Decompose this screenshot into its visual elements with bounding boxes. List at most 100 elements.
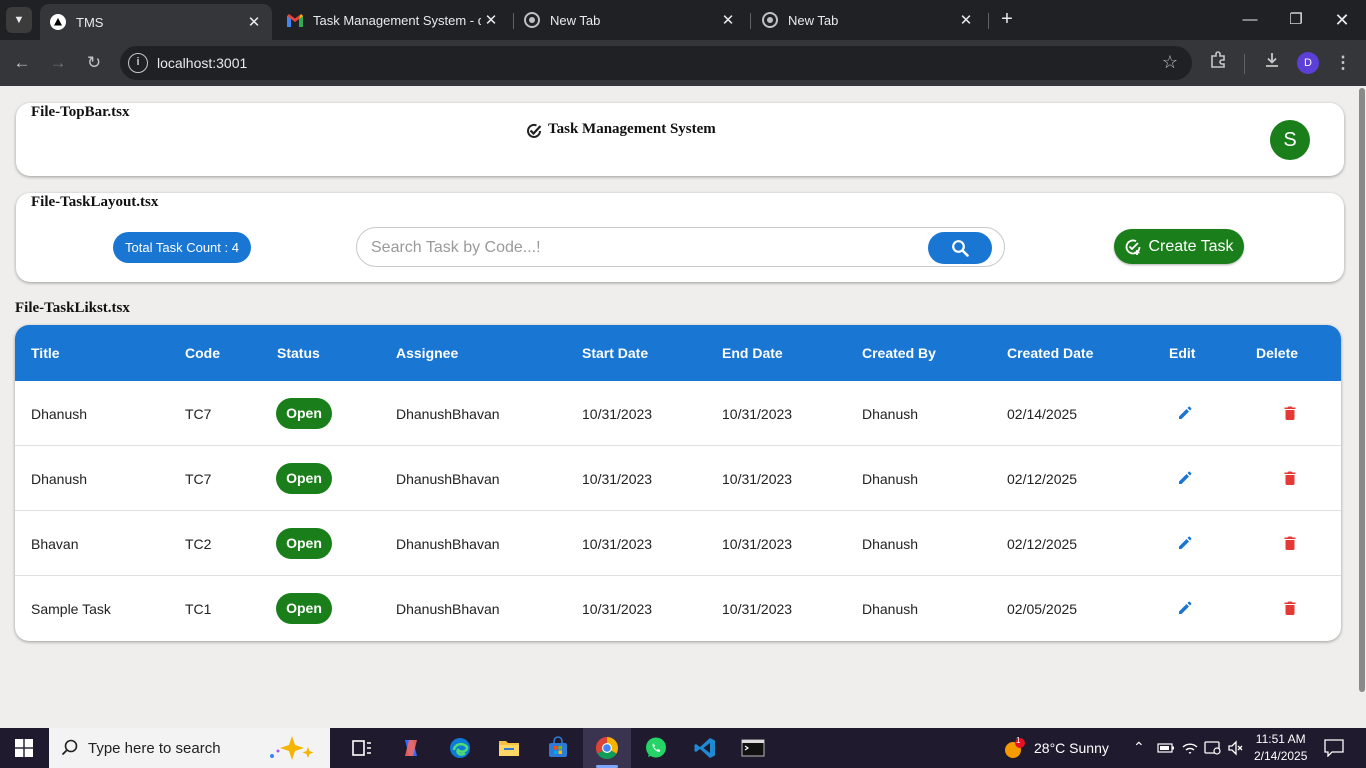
vscode-icon[interactable]: [693, 736, 717, 760]
page-viewport: File-TopBar.tsx Task Management System S…: [0, 86, 1366, 728]
user-avatar[interactable]: S: [1270, 120, 1310, 160]
taskbar-search[interactable]: Type here to search: [49, 728, 330, 768]
app-title: Task Management System: [548, 121, 716, 137]
add-task-icon: [1126, 239, 1141, 255]
status-badge: Open: [276, 463, 332, 494]
task-assignee: DhanushBhavan: [396, 471, 500, 487]
microsoft-store-icon[interactable]: [546, 736, 570, 760]
weather-text[interactable]: 28°C Sunny: [1034, 740, 1109, 756]
new-tab-button[interactable]: +: [996, 8, 1018, 30]
browser-tab-strip: ▼ TMS ✕ Task Management System - dha ✕ N…: [0, 0, 1366, 40]
system-clock[interactable]: 11:51 AM 2/14/2025: [1254, 731, 1307, 765]
browser-tab-new-2[interactable]: New Tab ✕: [752, 0, 984, 40]
task-title: Sample Task: [31, 601, 111, 617]
task-count-badge: Total Task Count : 4: [113, 232, 251, 263]
delete-icon[interactable]: [1284, 471, 1296, 485]
file-explorer-icon[interactable]: [497, 736, 521, 760]
tab-title: New Tab: [788, 12, 839, 28]
tab-title: Task Management System - dha: [313, 12, 481, 28]
clock-date: 2/14/2025: [1254, 749, 1308, 763]
profile-avatar[interactable]: D: [1297, 52, 1319, 74]
task-assignee: DhanushBhavan: [396, 406, 500, 422]
whatsapp-icon[interactable]: [644, 736, 668, 760]
column-header-status: Status: [277, 345, 320, 361]
task-assignee: DhanushBhavan: [396, 601, 500, 617]
table-row: Dhanush TC7 Open DhanushBhavan 10/31/202…: [15, 446, 1341, 511]
create-task-button[interactable]: Create Task: [1114, 229, 1244, 264]
delete-icon[interactable]: [1284, 536, 1296, 550]
task-created-by: Dhanush: [862, 406, 919, 422]
delete-icon[interactable]: [1284, 406, 1296, 420]
scrollbar[interactable]: [1358, 86, 1366, 692]
url-text: localhost:3001: [157, 55, 248, 71]
site-info-icon[interactable]: i: [128, 53, 148, 73]
address-bar[interactable]: i localhost:3001 ☆: [120, 46, 1192, 80]
notification-center-icon[interactable]: [1324, 739, 1344, 757]
table-row: Dhanush TC7 Open DhanushBhavan 10/31/202…: [15, 381, 1341, 446]
chrome-icon: [524, 12, 540, 28]
wifi-icon[interactable]: [1181, 740, 1199, 756]
restore-button[interactable]: ❐: [1284, 8, 1308, 32]
task-created-by: Dhanush: [862, 536, 919, 552]
taskbar-search-placeholder: Type here to search: [88, 740, 221, 757]
display-icon[interactable]: [1204, 740, 1222, 756]
search-button[interactable]: [928, 232, 992, 264]
battery-icon[interactable]: [1157, 741, 1175, 755]
tab-title: TMS: [76, 14, 104, 30]
column-header-title: Title: [31, 345, 60, 361]
extensions-icon[interactable]: [1206, 51, 1230, 75]
more-menu-icon[interactable]: ⋮: [1331, 51, 1355, 75]
browser-tab-tms[interactable]: TMS ✕: [40, 4, 272, 40]
create-task-label: Create Task: [1148, 237, 1234, 255]
terminal-icon[interactable]: [741, 736, 765, 760]
task-created-date: 02/12/2025: [1007, 471, 1078, 487]
task-code: TC2: [185, 536, 212, 552]
chrome-icon: [762, 12, 778, 28]
close-tab-icon[interactable]: ✕: [481, 11, 501, 29]
task-table: Title Code Status Assignee Start Date En…: [15, 325, 1341, 641]
task-view-icon[interactable]: [350, 736, 374, 760]
toolbar-separator: [1244, 54, 1245, 74]
scrollbar-thumb[interactable]: [1359, 88, 1365, 692]
edit-icon[interactable]: [1178, 601, 1192, 615]
tab-title: New Tab: [550, 12, 601, 28]
browser-tab-new-1[interactable]: New Tab ✕: [514, 0, 746, 40]
edit-icon[interactable]: [1178, 471, 1192, 485]
task-start-date: 10/31/2023: [582, 601, 653, 617]
edge-icon[interactable]: [448, 736, 472, 760]
vercel-favicon-icon: [50, 14, 66, 30]
search-icon: [61, 739, 78, 756]
close-window-button[interactable]: ✕: [1330, 8, 1354, 32]
minimize-button[interactable]: —: [1238, 8, 1262, 32]
bookmark-star-icon[interactable]: ☆: [1162, 52, 1178, 73]
download-icon[interactable]: [1260, 51, 1284, 75]
forward-button[interactable]: →: [46, 51, 70, 75]
browser-tab-gmail[interactable]: Task Management System - dha ✕: [277, 0, 509, 40]
search-input[interactable]: [371, 237, 931, 259]
task-code: TC7: [185, 471, 212, 487]
close-tab-icon[interactable]: ✕: [718, 11, 738, 29]
task-created-date: 02/12/2025: [1007, 536, 1078, 552]
show-hidden-icons-icon[interactable]: ⌃: [1133, 739, 1145, 756]
topbar-card: [16, 103, 1344, 176]
close-tab-icon[interactable]: ✕: [956, 11, 976, 29]
table-row: Sample Task TC1 Open DhanushBhavan 10/31…: [15, 576, 1341, 641]
close-tab-icon[interactable]: ✕: [244, 13, 264, 31]
chrome-taskbar-icon[interactable]: [595, 736, 619, 760]
tab-search-button[interactable]: ▼: [6, 7, 32, 33]
task-created-date: 02/14/2025: [1007, 406, 1078, 422]
edit-icon[interactable]: [1178, 406, 1192, 420]
task-start-date: 10/31/2023: [582, 406, 653, 422]
reload-button[interactable]: ↻: [82, 51, 106, 75]
delete-icon[interactable]: [1284, 601, 1296, 615]
back-button[interactable]: ←: [10, 51, 34, 75]
windows-start-icon[interactable]: [15, 739, 33, 757]
copilot-app-icon[interactable]: [399, 736, 423, 760]
table-row: Bhavan TC2 Open DhanushBhavan 10/31/2023…: [15, 511, 1341, 576]
task-title: Dhanush: [31, 471, 88, 487]
column-header-created-by: Created By: [862, 345, 936, 361]
edit-icon[interactable]: [1178, 536, 1192, 550]
search-icon: [952, 240, 969, 257]
volume-muted-icon[interactable]: [1227, 740, 1245, 756]
weather-sun-icon[interactable]: [1003, 737, 1027, 761]
